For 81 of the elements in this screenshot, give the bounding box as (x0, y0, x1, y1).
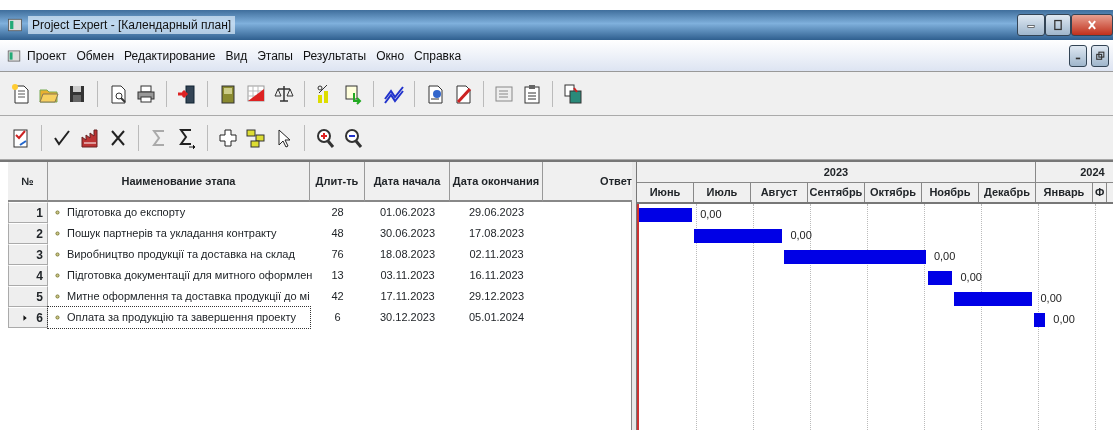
month-header: Июль (694, 183, 751, 202)
column-header: Длит-ть (310, 162, 365, 202)
table-cell-text: 29.12.2023 (467, 289, 526, 305)
stage-name-cell: Пошук партнерів та укладання контракту (48, 223, 310, 244)
column-header: Наименование этапа (48, 162, 310, 202)
month-header: Январь (1036, 183, 1093, 202)
bar-label: 0,00 (1040, 291, 1062, 307)
table-cell-text: 02.11.2023 (468, 247, 525, 263)
row-number[interactable]: 3 (8, 244, 48, 265)
menu-item[interactable]: Проект (22, 46, 72, 65)
table-cell-text: 05.01.2024 (467, 310, 526, 326)
table-cell-text: 18.08.2023 (378, 247, 437, 263)
month-header: Ф (1093, 183, 1108, 202)
bullet-icon (54, 293, 61, 300)
column-header: Дата окончания (450, 162, 543, 202)
row-number[interactable]: 5 (8, 286, 48, 307)
bar-label: 0,00 (933, 249, 956, 265)
table-cell-text: 01.06.2023 (378, 205, 437, 221)
document-icon (6, 47, 22, 64)
month-header: Август (751, 183, 808, 202)
menu-item[interactable]: Вид (220, 46, 253, 65)
table-cell-text: 6 (333, 310, 342, 326)
menu-item[interactable]: Редактирование (119, 46, 221, 65)
restore-button[interactable] (1091, 44, 1109, 67)
table-cell-text: 48 (330, 226, 345, 242)
menu-item[interactable]: Окно (371, 46, 410, 65)
bullet-icon (54, 272, 61, 279)
new-document-icon[interactable] (10, 81, 32, 106)
bullet-icon (54, 209, 61, 216)
month-header: Декабрь (979, 183, 1036, 202)
month-header: Июнь (637, 183, 694, 202)
column-header: Ответ (543, 162, 632, 202)
bar-label: 0,00 (790, 228, 812, 244)
column-header: № (8, 162, 48, 202)
restore-icon[interactable] (1094, 49, 1106, 62)
close-button[interactable] (1071, 14, 1113, 36)
row-number[interactable]: 4 (8, 265, 48, 286)
minimize-button[interactable] (1017, 14, 1045, 36)
row-number[interactable]: 1 (8, 202, 48, 223)
month-header: Ноябрь (922, 183, 979, 202)
menu-item[interactable]: Справка (409, 46, 467, 65)
stage-name-cell: Підготовка документації для митного оформлен (48, 265, 310, 286)
bullet-icon (54, 314, 61, 321)
minimize-button[interactable] (1069, 44, 1087, 67)
table-cell-text: 17.08.2023 (467, 226, 526, 242)
menu-item[interactable]: Этапы (252, 46, 298, 65)
row-number[interactable]: 2 (8, 223, 48, 244)
table-cell-text: 42 (330, 289, 345, 305)
close-icon[interactable] (1085, 18, 1099, 32)
table-cell-text: 29.06.2023 (467, 205, 526, 221)
maximize-icon[interactable] (1051, 18, 1065, 32)
stage-name-cell: Митне оформлення та доставка продукції до мі (48, 286, 310, 307)
copy-icon[interactable] (562, 81, 584, 106)
gantt-bar (1034, 312, 1046, 327)
table-cell-text: 03.11.2023 (379, 268, 436, 284)
gantt-bar (927, 270, 953, 285)
column-header: Дата начала (365, 162, 450, 202)
bullet-icon (54, 251, 61, 258)
table-cell-text: 13 (330, 268, 345, 284)
row-number[interactable]: 6 (8, 307, 48, 328)
table-cell-text: 16.11.2023 (468, 268, 525, 284)
window-title: Project Expert - [Календарный план] (28, 16, 236, 34)
table-cell-text: 17.11.2023 (379, 289, 436, 305)
app-icon (6, 16, 24, 34)
table-cell-text: 30.06.2023 (378, 226, 437, 242)
table-cell-text: 76 (330, 247, 345, 263)
bullet-icon (54, 230, 61, 237)
month-header: Октябрь (865, 183, 922, 202)
stage-name-cell: Оплата за продукцію та завершення проекту (48, 307, 310, 328)
menu-item[interactable]: Результаты (297, 46, 372, 65)
menu-item[interactable]: Обмен (71, 46, 120, 65)
table-cell-text: 30.12.2023 (378, 310, 437, 326)
bar-label: 0,00 (700, 207, 722, 223)
stage-name-cell: Підготовка до експорту (48, 202, 310, 223)
month-header: Сентябрь (808, 183, 865, 202)
bar-label: 0,00 (1053, 312, 1075, 328)
stage-name-cell: Виробництво продукції та доставка на склад (48, 244, 310, 265)
gantt-bar (639, 207, 693, 222)
bar-label: 0,00 (960, 270, 982, 286)
table-cell-text: 28 (330, 205, 345, 221)
maximize-button[interactable] (1045, 14, 1071, 36)
